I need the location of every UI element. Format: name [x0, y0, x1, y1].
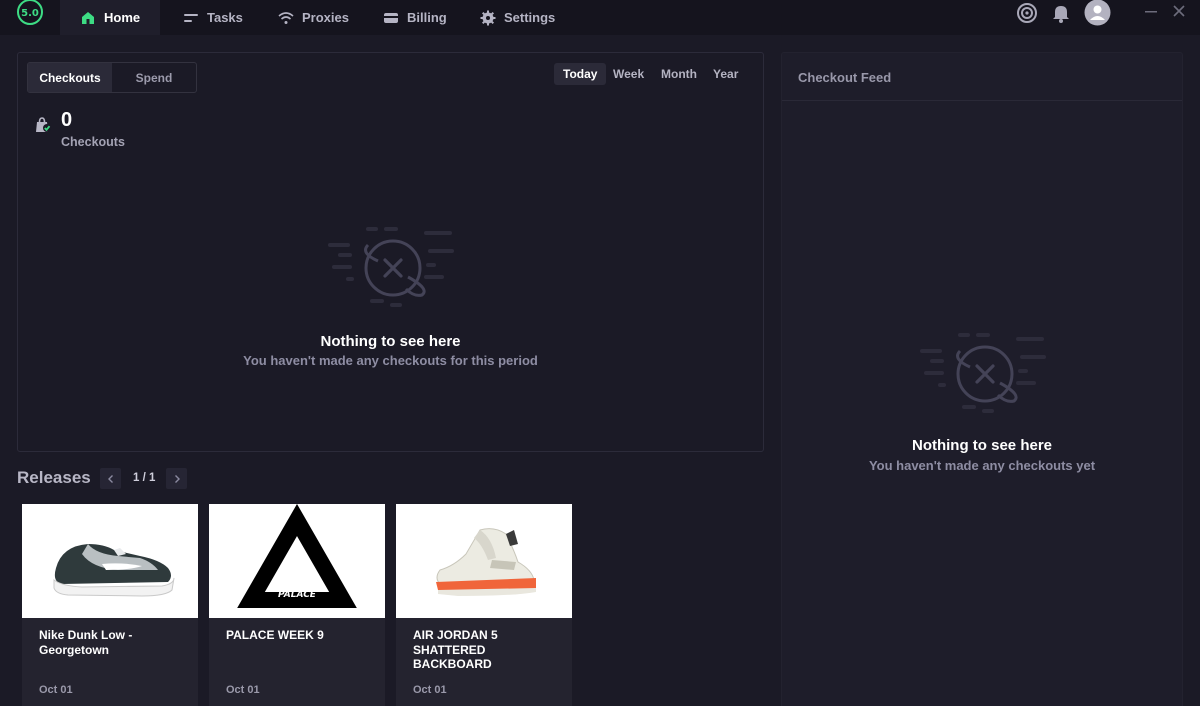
release-image [22, 504, 198, 618]
checkout-bag-icon [36, 117, 51, 132]
nav-tasks[interactable]: Tasks [163, 0, 263, 35]
release-date: Oct 01 [226, 684, 260, 696]
checkout-feed-panel: Checkout Feed Nothing to see here You ha… [781, 52, 1183, 706]
nav-settings[interactable]: Settings [460, 0, 575, 35]
card-icon [384, 12, 398, 23]
app-version: 5.0 [21, 8, 39, 19]
nav-proxies-label: Proxies [302, 10, 349, 25]
close-icon[interactable] [1170, 2, 1188, 20]
release-date: Oct 01 [413, 684, 447, 696]
release-name: Nike Dunk Low - Georgetown [39, 628, 133, 657]
release-card[interactable]: AIR JORDAN 5 SHATTERED BACKBOARD Oct 01 [396, 504, 572, 706]
period-today[interactable]: Today [554, 63, 607, 85]
chevron-left-icon [107, 474, 113, 483]
feed-title: Checkout Feed [798, 70, 892, 85]
release-card[interactable]: PALACE PALACE WEEK 9 Oct 01 [209, 503, 385, 706]
release-name: AIR JORDAN 5 SHATTERED BACKBOARD [413, 628, 498, 671]
palace-logo-text: PALACE [278, 590, 317, 600]
tasks-icon [184, 13, 198, 22]
empty-subtitle: You haven't made any checkouts for this … [243, 353, 538, 368]
nav-home-label: Home [104, 10, 141, 25]
releases-page-indicator: 1 / 1 [133, 472, 156, 484]
wifi-icon [278, 11, 294, 24]
period-year[interactable]: Year [704, 63, 747, 85]
minimize-icon[interactable] [1142, 2, 1160, 20]
nav-tasks-label: Tasks [207, 10, 243, 25]
gear-icon [480, 10, 496, 25]
dunk-sneaker-icon [53, 544, 175, 597]
metric-toggle: Checkouts Spend [27, 62, 197, 93]
empty-title: Nothing to see here [320, 333, 461, 350]
top-bar: 5.0 Home Tasks Proxies Billing Settings [0, 0, 1200, 35]
period-month[interactable]: Month [652, 63, 706, 85]
release-image [396, 504, 572, 618]
tab-spend[interactable]: Spend [112, 63, 196, 92]
nav-settings-label: Settings [504, 10, 556, 25]
releases-next-button[interactable] [166, 468, 187, 489]
checkout-count: 0 [61, 109, 73, 131]
nav-proxies[interactable]: Proxies [258, 0, 369, 35]
releases-prev-button[interactable] [100, 468, 121, 489]
empty-planet-icon [328, 227, 454, 307]
release-card[interactable]: Nike Dunk Low - Georgetown Oct 01 [22, 504, 198, 706]
period-week[interactable]: Week [604, 63, 653, 85]
bell-icon[interactable] [1050, 2, 1072, 24]
jordan-sneaker-icon [436, 528, 536, 596]
feed-empty-title: Nothing to see here [911, 437, 1053, 454]
checkouts-panel: Checkouts Spend Today Week Month Year 0 … [17, 52, 764, 452]
nav-billing-label: Billing [407, 10, 447, 25]
avatar[interactable] [1084, 0, 1111, 26]
feed-empty-planet-icon [920, 333, 1046, 413]
nav-billing[interactable]: Billing [363, 0, 467, 35]
app-logo: 5.0 [17, 0, 43, 25]
feed-divider [782, 100, 1182, 101]
releases-title: Releases [17, 468, 91, 487]
nav-home[interactable]: Home [60, 0, 161, 35]
checkout-count-label: Checkouts [61, 135, 125, 149]
home-icon [82, 11, 94, 24]
brand-swirl-icon[interactable] [1016, 2, 1038, 24]
feed-empty-subtitle: You haven't made any checkouts yet [868, 458, 1096, 473]
release-date: Oct 01 [39, 684, 73, 696]
tab-checkouts[interactable]: Checkouts [28, 63, 112, 92]
release-name: PALACE WEEK 9 [226, 628, 324, 642]
release-image: PALACE [209, 503, 385, 618]
palace-logo-icon: PALACE [237, 503, 357, 608]
chevron-right-icon [174, 474, 180, 483]
